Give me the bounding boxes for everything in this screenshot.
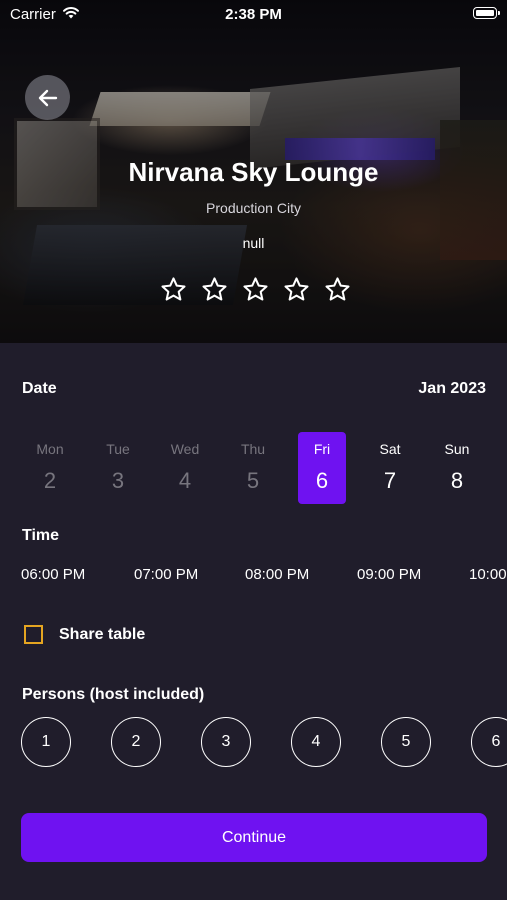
day-name: Sat	[379, 441, 401, 457]
day-number: 6	[315, 468, 329, 493]
day-sat[interactable]: Sat 7	[366, 432, 414, 504]
clock: 2:38 PM	[225, 6, 282, 23]
day-tue[interactable]: Tue 3	[94, 432, 142, 504]
day-number: 8	[450, 468, 464, 493]
person-option-5[interactable]: 5	[381, 717, 431, 767]
back-button[interactable]	[25, 75, 70, 120]
day-name: Tue	[106, 441, 130, 457]
person-option-1[interactable]: 1	[21, 717, 71, 767]
star-icon	[202, 277, 227, 301]
venue-city: Production City	[206, 200, 301, 216]
share-table-checkbox[interactable]	[24, 625, 43, 644]
day-name: Fri	[313, 441, 331, 457]
day-number: 4	[178, 468, 192, 493]
time-slot[interactable]: 07:00 PM	[134, 566, 198, 583]
time-slot[interactable]: 09:00 PM	[357, 566, 421, 583]
status-bar: Carrier 2:38 PM	[0, 0, 507, 28]
time-section-label: Time	[22, 527, 60, 544]
person-option-2[interactable]: 2	[111, 717, 161, 767]
person-option-3[interactable]: 3	[201, 717, 251, 767]
day-name: Thu	[240, 441, 266, 457]
person-option-6[interactable]: 6	[471, 717, 507, 767]
month-label[interactable]: Jan 2023	[418, 380, 486, 398]
day-wed[interactable]: Wed 4	[161, 432, 209, 504]
venue-rating-text: null	[242, 235, 265, 251]
battery-icon	[473, 7, 500, 19]
time-slot[interactable]: 08:00 PM	[245, 566, 309, 583]
time-slot[interactable]: 06:00 PM	[21, 566, 85, 583]
day-number: 5	[246, 468, 260, 493]
continue-button[interactable]: Continue	[21, 813, 487, 862]
persons-section-label: Persons (host included)	[22, 686, 205, 703]
star-icon	[243, 277, 268, 301]
day-sun[interactable]: Sun 8	[433, 432, 481, 504]
share-table-toggle[interactable]: Share table	[24, 625, 145, 644]
share-table-label: Share table	[59, 625, 146, 643]
day-mon[interactable]: Mon 2	[26, 432, 74, 504]
venue-name: Nirvana Sky Lounge	[128, 157, 379, 187]
day-name: Wed	[170, 441, 200, 457]
day-number: 3	[111, 468, 125, 493]
star-rating	[160, 276, 351, 303]
day-fri[interactable]: Fri 6	[298, 432, 346, 504]
day-name: Sun	[444, 441, 470, 457]
star-icon	[325, 277, 350, 301]
time-slot-overflow: 10:00 PM	[469, 566, 507, 588]
person-option-4[interactable]: 4	[291, 717, 341, 767]
star-icon	[161, 277, 186, 301]
time-slot[interactable]: 10:00 PM	[469, 566, 507, 583]
arrow-left-icon	[38, 89, 57, 106]
star-icon	[284, 277, 309, 301]
day-number: 2	[43, 468, 57, 493]
person-option-overflow: 6	[471, 717, 507, 767]
day-thu[interactable]: Thu 5	[229, 432, 277, 504]
day-number: 7	[383, 468, 397, 493]
date-section-label: Date	[22, 380, 57, 397]
day-name: Mon	[36, 441, 64, 457]
